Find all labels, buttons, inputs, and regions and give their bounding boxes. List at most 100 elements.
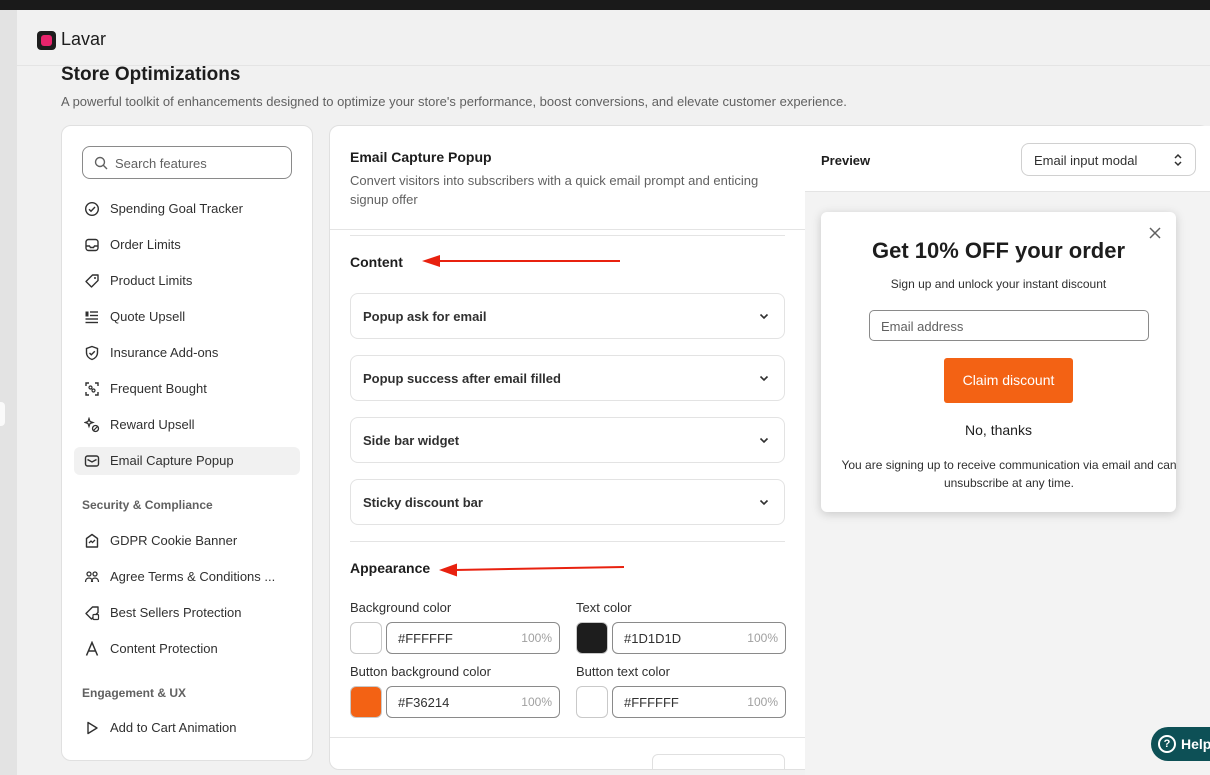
feature-description: Convert visitors into subscribers with a…	[350, 173, 759, 207]
accordion-label: Popup ask for email	[363, 309, 487, 324]
text-a-icon	[85, 641, 99, 656]
sidebar-item-frequent-bought[interactable]: Frequent Bought	[74, 375, 300, 403]
opacity-value: 100%	[521, 695, 552, 709]
sidebar-item-label: Email Capture Popup	[110, 453, 234, 468]
email-capture-modal: Get 10% OFF your order Sign up and unloc…	[821, 212, 1177, 512]
sidebar-item-quote-upsell[interactable]: Quote Upsell	[74, 303, 300, 331]
annotation-arrow-icon	[439, 563, 625, 577]
hex-value: #F36214	[398, 695, 450, 710]
sidebar-item-content-protection[interactable]: Content Protection	[74, 635, 300, 663]
sidebar-item-label: Insurance Add-ons	[110, 345, 219, 360]
sidebar-item-label: Spending Goal Tracker	[110, 201, 243, 216]
search-placeholder: Search features	[115, 156, 207, 171]
sidebar-item-best-sellers-protection[interactable]: Best Sellers Protection	[74, 599, 300, 627]
text-color-input[interactable]: #1D1D1D 100%	[612, 622, 786, 654]
preview-mode-select[interactable]: Email input modal	[1021, 143, 1196, 176]
preview-header: Preview Email input modal	[805, 126, 1210, 192]
background-color-label: Background color	[350, 600, 452, 615]
divider	[330, 229, 805, 230]
opacity-value: 100%	[747, 695, 778, 709]
edge-tab[interactable]	[0, 402, 5, 426]
search-input[interactable]: Search features	[82, 146, 292, 179]
button-background-color-label: Button background color	[350, 664, 491, 679]
left-edge-strip	[0, 10, 17, 775]
accordion-sticky-discount-bar[interactable]: Sticky discount bar	[350, 479, 785, 525]
button-text-color-label: Button text color	[576, 664, 670, 679]
preview-title: Preview	[821, 153, 871, 168]
email-placeholder: Email address	[881, 319, 964, 334]
chevron-down-icon	[759, 499, 769, 506]
sidebar-item-label: Reward Upsell	[110, 417, 195, 432]
sidebar-item-insurance-add-ons[interactable]: Insurance Add-ons	[74, 339, 300, 367]
claim-discount-button[interactable]: Claim discount	[944, 358, 1073, 403]
browser-top-bar	[0, 0, 1210, 10]
modal-disclaimer: You are signing up to receive communicat…	[841, 458, 1177, 490]
text-color-label: Text color	[576, 600, 632, 615]
app-name: Lavar	[61, 29, 107, 49]
list-icon	[85, 311, 98, 324]
sidebar-item-label: Quote Upsell	[110, 309, 186, 324]
sidebar-item-reward-upsell[interactable]: Reward Upsell	[74, 411, 300, 439]
feature-title: Email Capture Popup	[350, 149, 492, 165]
search-icon	[94, 156, 108, 170]
sidebar-item-label: Product Limits	[110, 273, 193, 288]
section-heading-engagement: Engagement & UX	[82, 686, 187, 700]
sidebar-item-gdpr-cookie-banner[interactable]: GDPR Cookie Banner	[74, 527, 300, 555]
page-title: Store Optimizations	[61, 64, 241, 85]
hex-value: #1D1D1D	[624, 631, 682, 646]
shield-check-icon	[85, 345, 99, 361]
button-text-color-input[interactable]: #FFFFFF 100%	[612, 686, 786, 718]
sidebar-item-spending-goal-tracker[interactable]: Spending Goal Tracker	[74, 195, 300, 223]
button-background-color-input[interactable]: #F36214 100%	[386, 686, 560, 718]
sidebar-item-product-limits[interactable]: Product Limits	[74, 267, 300, 295]
section-heading-security: Security & Compliance	[82, 498, 213, 512]
accordion-popup-success[interactable]: Popup success after email filled	[350, 355, 785, 401]
accordion-label: Sticky discount bar	[363, 495, 483, 510]
feature-settings-panel: Email Capture Popup Convert visitors int…	[329, 125, 806, 770]
opacity-value: 100%	[747, 631, 778, 645]
sidebar-item-label: Frequent Bought	[110, 381, 207, 396]
feature-sidebar: Search features Spending Goal Tracker Or…	[61, 125, 313, 761]
help-label: Help	[1181, 736, 1210, 752]
sidebar-item-order-limits[interactable]: Order Limits	[74, 231, 300, 259]
no-thanks-button[interactable]: No, thanks	[821, 422, 1176, 438]
scan-icon	[85, 382, 99, 396]
hex-value: #FFFFFF	[398, 631, 453, 646]
select-updown-icon	[1174, 153, 1182, 167]
text-color-swatch[interactable]	[576, 622, 608, 654]
divider	[350, 235, 785, 236]
save-bar-button[interactable]	[652, 754, 785, 769]
modal-subheading: Sign up and unlock your instant discount	[890, 277, 1107, 291]
help-button[interactable]: ? Help	[1151, 727, 1210, 761]
background-color-swatch[interactable]	[350, 622, 382, 654]
email-field[interactable]: Email address	[869, 310, 1149, 341]
play-icon	[87, 721, 98, 735]
sidebar-item-email-capture-popup[interactable]: Email Capture Popup	[74, 447, 300, 475]
sidebar-item-label: Best Sellers Protection	[110, 605, 242, 620]
people-icon	[84, 571, 100, 583]
modal-heading: Get 10% OFF your order	[871, 238, 1126, 263]
background-color-input[interactable]: #FFFFFF 100%	[386, 622, 560, 654]
app-header: Lavar	[17, 10, 1210, 66]
content-heading: Content	[350, 254, 403, 270]
select-value: Email input modal	[1034, 153, 1138, 168]
accordion-label: Popup success after email filled	[363, 371, 561, 386]
accordion-popup-ask-for-email[interactable]: Popup ask for email	[350, 293, 785, 339]
page-subtitle: A powerful toolkit of enhancements desig…	[61, 94, 847, 109]
button-text-color-swatch[interactable]	[576, 686, 608, 718]
annotation-arrow-icon	[422, 255, 620, 267]
preview-panel: Preview Email input modal Get 10% OFF yo…	[805, 125, 1210, 775]
sidebar-item-agree-terms[interactable]: Agree Terms & Conditions ...	[74, 563, 300, 591]
sidebar-item-label: Add to Cart Animation	[110, 720, 237, 735]
accordion-side-bar-widget[interactable]: Side bar widget	[350, 417, 785, 463]
sidebar-item-label: Content Protection	[110, 641, 218, 656]
sidebar-item-add-to-cart-animation[interactable]: Add to Cart Animation	[74, 714, 300, 742]
button-background-color-swatch[interactable]	[350, 686, 382, 718]
inbox-icon	[85, 238, 99, 252]
sidebar-item-label: Order Limits	[110, 237, 181, 252]
appearance-heading: Appearance	[350, 560, 431, 576]
badge-icon	[85, 533, 99, 548]
divider	[350, 541, 785, 542]
hex-value: #FFFFFF	[624, 695, 679, 710]
sidebar-item-label: GDPR Cookie Banner	[110, 533, 238, 548]
